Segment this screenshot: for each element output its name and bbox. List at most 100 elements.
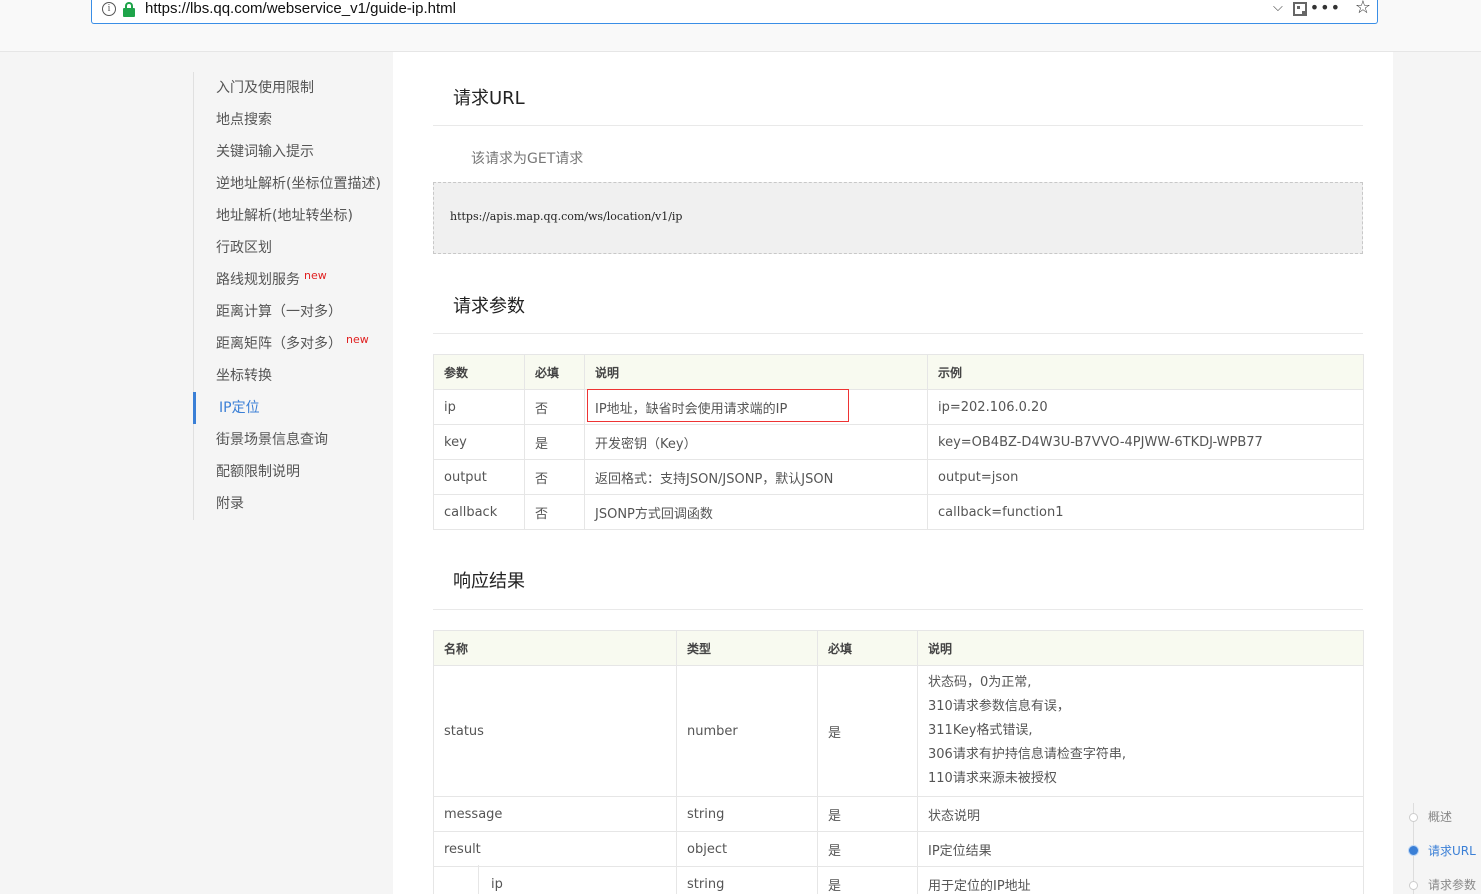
table-cell: 否 (524, 389, 585, 425)
new-badge: new (304, 269, 327, 282)
table-cell: 是 (817, 665, 918, 797)
column-header: 参数 (433, 354, 525, 390)
sidebar-item-district[interactable]: 行政区划 (216, 238, 272, 258)
sidebar-item-reverse-geocoder[interactable]: 逆地址解析(坐标位置描述) (216, 174, 381, 194)
table-cell: key=OB4BZ-D4W3U-B7VVO-4PJWW-6TKDJ-WPB77 (927, 424, 1364, 460)
table-cell: 否 (524, 494, 585, 530)
table-row: ip 否 IP地址，缺省时会使用请求端的IP ip=202.106.0.20 (433, 389, 1364, 425)
table-cell: string (676, 796, 818, 832)
info-icon[interactable]: i (102, 2, 116, 16)
column-header: 必填 (524, 354, 585, 390)
section-title-request-url: 请求URL (453, 88, 525, 109)
table-row: ip string 是 用于定位的IP地址 (433, 866, 1364, 894)
anchor-overview[interactable]: 概述 (1428, 809, 1452, 825)
sidebar-item-quota[interactable]: 配额限制说明 (216, 462, 300, 482)
sidebar-item-distance-matrix[interactable]: 距离矩阵（多对多） (216, 334, 342, 354)
table-row: key 是 开发密钥（Key） key=OB4BZ-D4W3U-B7VVO-4P… (433, 424, 1364, 460)
table-row: message string 是 状态说明 (433, 796, 1364, 832)
section-title-response: 响应结果 (453, 571, 525, 592)
table-header-row: 参数 必填 说明 示例 (433, 354, 1364, 390)
address-bar[interactable]: i https://lbs.qq.com/webservice_v1/guide… (91, 0, 1378, 24)
bookmark-star-icon[interactable]: ☆ (1355, 0, 1371, 18)
sidebar-item-geocoder[interactable]: 地址解析(地址转坐标) (216, 206, 353, 226)
table-cell: status (433, 665, 677, 797)
table-cell: 是 (524, 424, 585, 460)
table-cell: number (676, 665, 818, 797)
table-cell: message (433, 796, 677, 832)
sidebar-item-streetview[interactable]: 街景场景信息查询 (216, 430, 328, 450)
chevron-down-icon[interactable]: ⌵ (1273, 1, 1285, 14)
code-block: https://apis.map.qq.com/ws/location/v1/i… (433, 182, 1363, 254)
lock-icon[interactable] (122, 2, 136, 18)
table-cell: output (433, 459, 525, 495)
table-cell: callback (433, 494, 525, 530)
new-badge: new (346, 333, 369, 346)
column-header: 说明 (917, 630, 1364, 666)
table-cell: IP定位结果 (917, 831, 1364, 867)
table-cell: ip=202.106.0.20 (927, 389, 1364, 425)
table-cell: JSONP方式回调函数 (584, 494, 928, 530)
table-row: callback 否 JSONP方式回调函数 callback=function… (433, 494, 1364, 530)
table-row: output 否 返回格式：支持JSON/JSONP，默认JSON output… (433, 459, 1364, 495)
table-cell: 是 (817, 831, 918, 867)
main-content: 请求URL 该请求为GET请求 https://apis.map.qq.com/… (393, 52, 1393, 894)
status-desc-line: 状态码，0为正常, (928, 675, 1032, 690)
table-cell: key (433, 424, 525, 460)
divider (433, 609, 1363, 610)
table-cell: 是 (817, 796, 918, 832)
anchor-dot-active (1408, 845, 1419, 856)
sidebar-item-ip-location[interactable]: IP定位 (219, 398, 260, 418)
anchor-dot (1409, 813, 1418, 822)
sidebar-item-distance[interactable]: 距离计算（一对多） (216, 302, 342, 322)
browser-toolbar: i https://lbs.qq.com/webservice_v1/guide… (0, 0, 1481, 52)
table-cell: callback=function1 (927, 494, 1364, 530)
divider (433, 125, 1363, 126)
table-cell: output=json (927, 459, 1364, 495)
anchor-request-params[interactable]: 请求参数 (1428, 877, 1476, 893)
table-cell: object (676, 831, 818, 867)
page-anchor-nav: 概述 请求URL 请求参数 (1402, 803, 1481, 894)
anchor-request-url[interactable]: 请求URL (1428, 843, 1476, 859)
column-header: 示例 (927, 354, 1364, 390)
request-params-table: 参数 必填 说明 示例 ip 否 IP地址，缺省时会使用请求端的IP ip=20… (433, 354, 1364, 530)
status-desc-line: 311Key格式错误, (928, 723, 1033, 738)
sidebar-item-direction[interactable]: 路线规划服务 (216, 270, 300, 290)
more-menu-icon[interactable]: ••• (1310, 0, 1341, 17)
qr-code-icon[interactable] (1293, 2, 1307, 16)
column-header: 说明 (584, 354, 928, 390)
response-table: 名称 类型 必填 说明 status number 是 状态码，0为正常, 31… (433, 630, 1364, 894)
sidebar-item-intro[interactable]: 入门及使用限制 (216, 78, 314, 98)
anchor-dot (1409, 881, 1418, 890)
table-cell: IP地址，缺省时会使用请求端的IP (584, 389, 928, 425)
active-indicator (193, 392, 196, 424)
table-header-row: 名称 类型 必填 说明 (433, 630, 1364, 666)
table-cell: 是 (817, 866, 918, 894)
table-cell: ip (433, 866, 677, 894)
url-text[interactable]: https://lbs.qq.com/webservice_v1/guide-i… (145, 0, 456, 18)
table-cell: ip (433, 389, 525, 425)
table-cell: result (433, 831, 677, 867)
sub-row-indent-line (478, 865, 479, 894)
column-header: 名称 (433, 630, 677, 666)
request-url-code[interactable]: https://apis.map.qq.com/ws/location/v1/i… (450, 210, 682, 223)
table-cell: 开发密钥（Key） (584, 424, 928, 460)
status-desc-line: 110请求来源未被授权 (928, 771, 1057, 786)
status-desc-line: 306请求有护持信息请检查字符串, (928, 747, 1126, 762)
section-title-request-params: 请求参数 (453, 296, 525, 317)
table-cell: 状态码，0为正常, 310请求参数信息有误， 311Key格式错误, 306请求… (917, 665, 1364, 797)
table-row: result object 是 IP定位结果 (433, 831, 1364, 867)
table-cell: 状态说明 (917, 796, 1364, 832)
sidebar-nav: 入门及使用限制 地点搜索 关键词输入提示 逆地址解析(坐标位置描述) 地址解析(… (193, 72, 393, 520)
status-desc-line: 310请求参数信息有误， (928, 699, 1070, 714)
sidebar-item-appendix[interactable]: 附录 (216, 494, 244, 514)
table-cell: 否 (524, 459, 585, 495)
request-method-note: 该请求为GET请求 (471, 151, 584, 167)
column-header: 类型 (676, 630, 818, 666)
sidebar-item-suggestion[interactable]: 关键词输入提示 (216, 142, 314, 162)
table-row: status number 是 状态码，0为正常, 310请求参数信息有误， 3… (433, 665, 1364, 797)
column-header: 必填 (817, 630, 918, 666)
sidebar-item-coord-translate[interactable]: 坐标转换 (216, 366, 272, 386)
sidebar-item-place-search[interactable]: 地点搜索 (216, 110, 272, 130)
table-cell: 用于定位的IP地址 (917, 866, 1364, 894)
divider (433, 333, 1363, 334)
